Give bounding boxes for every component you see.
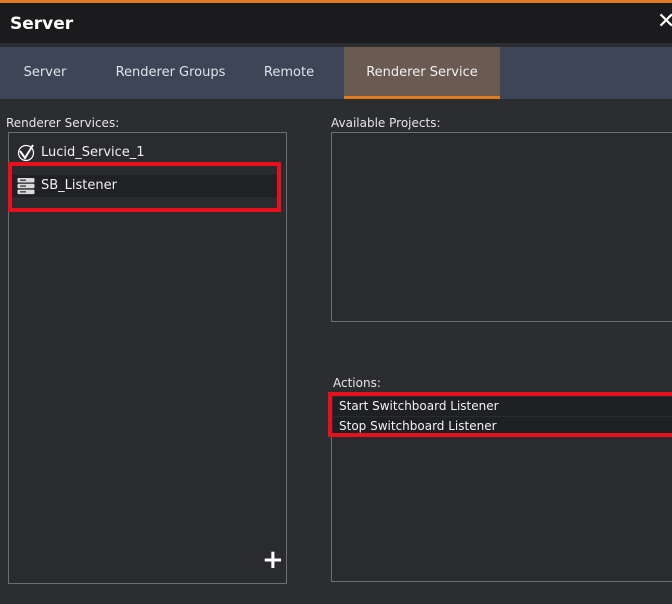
list-item-label: Lucid_Service_1 bbox=[41, 145, 145, 160]
list-item-lucid-service[interactable]: Lucid_Service_1 bbox=[11, 142, 281, 164]
actions-list: Start Switchboard Listener Stop Switchbo… bbox=[331, 392, 672, 582]
checkmark-service-icon bbox=[17, 144, 35, 162]
tab-bar: Server Renderer Groups Remote Renderer S… bbox=[0, 47, 672, 99]
renderer-services-label: Renderer Services: bbox=[6, 116, 120, 130]
tab-remote[interactable]: Remote bbox=[254, 47, 324, 99]
stop-switchboard-listener-action[interactable]: Stop Switchboard Listener bbox=[333, 417, 672, 436]
renderer-services-list: Lucid_Service_1 SB_Listener bbox=[8, 132, 287, 584]
start-switchboard-listener-action[interactable]: Start Switchboard Listener bbox=[333, 397, 672, 416]
tab-renderer-groups[interactable]: Renderer Groups bbox=[98, 47, 243, 99]
title-bar: Server ✕ bbox=[0, 3, 672, 43]
tab-renderer-service[interactable]: Renderer Service bbox=[344, 47, 500, 99]
available-projects-list[interactable] bbox=[331, 132, 672, 322]
server-stack-icon bbox=[17, 178, 35, 195]
list-item-sb-listener[interactable]: SB_Listener bbox=[11, 175, 281, 197]
tab-server[interactable]: Server bbox=[14, 47, 76, 99]
window-title: Server bbox=[10, 14, 74, 34]
add-service-button[interactable]: + bbox=[262, 547, 284, 573]
available-projects-label: Available Projects: bbox=[331, 116, 441, 130]
actions-label: Actions: bbox=[333, 376, 381, 390]
list-item-label: SB_Listener bbox=[41, 178, 117, 193]
close-icon[interactable]: ✕ bbox=[657, 11, 672, 33]
